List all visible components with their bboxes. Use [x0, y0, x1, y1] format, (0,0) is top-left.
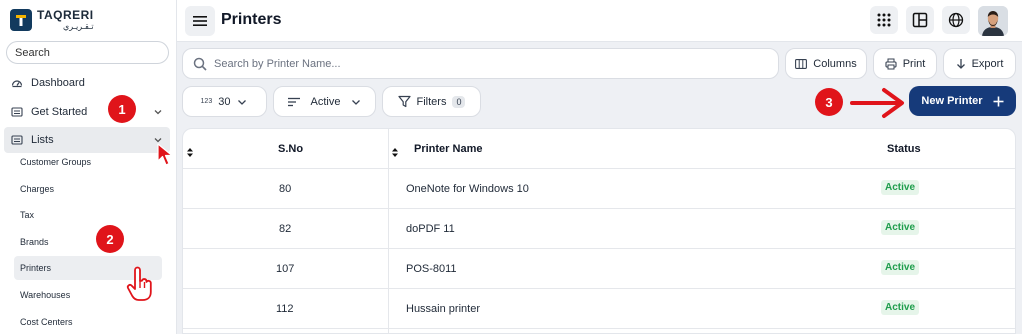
table-row[interactable]: 82 doPDF 11 Active — [183, 209, 1015, 249]
chevron-down-icon — [238, 99, 247, 105]
status-badge: Active — [881, 260, 920, 275]
list-box-icon — [11, 134, 23, 146]
topbar: Printers — [177, 0, 1022, 42]
filters-button[interactable]: Filters 0 — [382, 86, 481, 117]
table-row[interactable]: 107 POS-8011 Active — [183, 249, 1015, 289]
sidebar-subitem-label: Brands — [20, 237, 49, 247]
new-printer-button[interactable]: New Printer — [909, 86, 1016, 116]
page-size-select[interactable]: 123 30 — [182, 86, 267, 117]
sidebar-subitem-label: Cost Centers — [20, 317, 73, 327]
columns-button[interactable]: Columns — [785, 48, 867, 79]
download-arrow-icon — [956, 58, 965, 69]
layout-panel-icon — [912, 12, 928, 28]
status-badge: Active — [881, 180, 920, 195]
status-badge: Active — [881, 300, 920, 315]
step-marker-2: 2 — [96, 225, 124, 253]
print-button[interactable]: Print — [873, 48, 937, 79]
list-box-icon — [11, 106, 23, 118]
language-button[interactable] — [942, 6, 970, 34]
sort-lines-icon — [287, 97, 300, 106]
globe-icon — [948, 12, 964, 28]
red-arrow-right-icon — [850, 88, 904, 118]
brand-name-arabic: تـقـريـري — [62, 22, 94, 31]
apps-grid-icon — [877, 13, 891, 27]
chevron-down-icon — [352, 99, 361, 105]
plus-icon — [993, 96, 1004, 106]
filters-count-badge: 0 — [452, 95, 466, 108]
sidebar-subitem-label: Charges — [20, 184, 55, 194]
hand-pointer-icon — [126, 266, 152, 301]
page-size-prefix: 123 — [200, 98, 213, 105]
cursor-arrow-icon — [157, 143, 173, 166]
chevron-down-icon[interactable] — [152, 106, 164, 121]
hamburger-icon — [193, 16, 207, 26]
page-title: Printers — [221, 11, 282, 28]
sidebar-subitem-cost-centers[interactable]: Cost Centers — [14, 310, 162, 334]
export-label: Export — [971, 57, 1004, 70]
page-size-value: 30 — [218, 95, 231, 108]
hamburger-menu-button[interactable] — [185, 6, 215, 36]
apps-grid-button[interactable] — [870, 6, 898, 34]
brand-logo[interactable]: TAQRERI تـقـريـري — [10, 9, 94, 31]
sidebar-item-label: Dashboard — [31, 77, 85, 89]
printers-table: S.No Printer Name Status 80 OneNote for … — [182, 128, 1016, 334]
filters-label: Filters — [416, 95, 447, 108]
printer-search-field[interactable] — [182, 48, 779, 79]
printer-icon — [885, 58, 897, 69]
user-avatar[interactable] — [978, 6, 1008, 36]
printer-search-input[interactable] — [214, 57, 714, 70]
sidebar-item-dashboard[interactable]: Dashboard — [4, 70, 170, 96]
export-button[interactable]: Export — [943, 48, 1016, 79]
cell-printer-name: Hussain printer — [406, 303, 480, 315]
sidebar-subitem-charges[interactable]: Charges — [14, 177, 162, 201]
columns-label: Columns — [813, 57, 857, 70]
cell-sno: 82 — [279, 223, 292, 235]
sort-icon[interactable] — [392, 144, 398, 162]
logo-mark-icon — [10, 9, 32, 31]
column-header-sno[interactable]: S.No — [278, 143, 303, 155]
sidebar-subitem-label: Warehouses — [20, 290, 71, 300]
step-marker-1: 1 — [108, 95, 136, 123]
layout-toggle-button[interactable] — [906, 6, 934, 34]
search-icon — [193, 57, 207, 71]
cell-sno: 112 — [276, 303, 294, 315]
column-header-status[interactable]: Status — [887, 143, 921, 155]
print-label: Print — [902, 57, 926, 70]
sidebar-subitem-label: Customer Groups — [20, 157, 92, 167]
column-header-printer-name[interactable]: Printer Name — [414, 143, 482, 155]
sidebar-subitem-label: Tax — [20, 210, 35, 220]
cell-sno: 80 — [279, 183, 292, 195]
dashboard-icon — [11, 77, 23, 89]
sort-icon[interactable] — [187, 144, 193, 162]
cell-printer-name: OneNote for Windows 10 — [406, 183, 529, 195]
brand-name: TAQRERI — [37, 8, 94, 22]
status-filter-select[interactable]: Active — [273, 86, 376, 117]
table-header: S.No Printer Name Status — [183, 129, 1015, 169]
status-badge: Active — [881, 220, 920, 235]
table-row[interactable]: 112 Hussain printer Active — [183, 289, 1015, 329]
sidebar-subitem-label: Printers — [20, 263, 52, 273]
sidebar-subitem-brands[interactable]: Brands — [14, 230, 162, 254]
table-row[interactable]: 80 OneNote for Windows 10 Active — [183, 169, 1015, 209]
status-filter-value: Active — [310, 95, 341, 108]
cell-printer-name: doPDF 11 — [406, 223, 455, 235]
sidebar-item-label: Get Started — [31, 106, 88, 118]
step-marker-3: 3 — [815, 88, 843, 116]
columns-icon — [795, 58, 808, 69]
sidebar-subitem-customer-groups[interactable]: Customer Groups — [14, 150, 162, 174]
sidebar-item-get-started[interactable]: Get Started — [4, 99, 170, 125]
new-printer-label: New Printer — [921, 95, 983, 107]
cell-sno: 107 — [276, 263, 295, 275]
sidebar-item-label: Lists — [31, 134, 54, 146]
filter-funnel-icon — [397, 95, 411, 108]
sidebar-subitem-tax[interactable]: Tax — [14, 203, 162, 227]
sidebar-search-input[interactable] — [6, 41, 169, 64]
cell-printer-name: POS-8011 — [406, 263, 457, 275]
